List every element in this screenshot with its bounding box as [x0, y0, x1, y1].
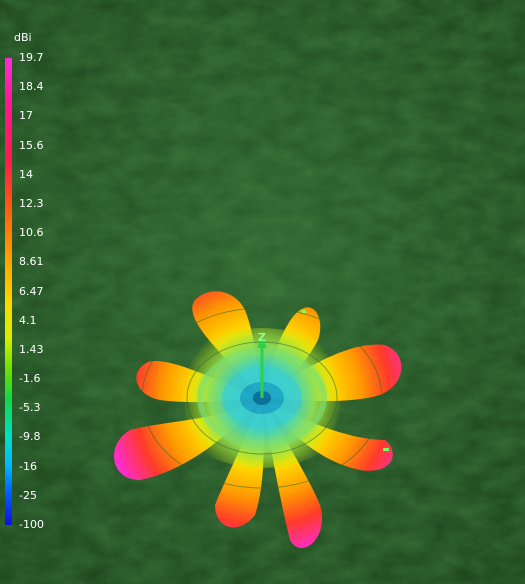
colorbar-tick-label: 1.43 [19, 342, 44, 356]
legend-unit-label: dBi [14, 31, 32, 44]
colorbar-tick-label: -16 [19, 459, 37, 473]
z-axis-label: Z [258, 331, 266, 344]
colorbar-tick-label: 4.1 [19, 313, 37, 327]
colorbar-tick-label: 6.47 [19, 284, 44, 298]
gain-colorbar [5, 58, 12, 525]
colorbar-tick-label: 14 [19, 167, 33, 181]
antenna-radiation-pattern[interactable]: Z [0, 0, 525, 584]
colorbar-tick-label: 15.6 [19, 138, 44, 152]
radiation-pattern-viewport[interactable]: Z dBi 19.7 18.4 17 15.6 14 12.3 10.6 8.61 6.47 4.… [0, 0, 525, 584]
colorbar-tick-label: 19.7 [19, 51, 44, 64]
colorbar-tick-label: -5.3 [19, 401, 41, 415]
colorbar-tick-label: 17 [19, 109, 33, 123]
colorbar-tick-label: 8.61 [19, 255, 44, 269]
colorbar-tick-label: -1.6 [19, 372, 41, 386]
colorbar-tick-label: -25 [19, 488, 37, 502]
colorbar-tick-label: 12.3 [19, 196, 44, 210]
colorbar-tick-label: -9.8 [19, 430, 41, 444]
colorbar-tick-label: 18.4 [19, 80, 44, 94]
colorbar-tick-label: 10.6 [19, 226, 44, 240]
colorbar-tick-label: -100 [19, 518, 44, 531]
